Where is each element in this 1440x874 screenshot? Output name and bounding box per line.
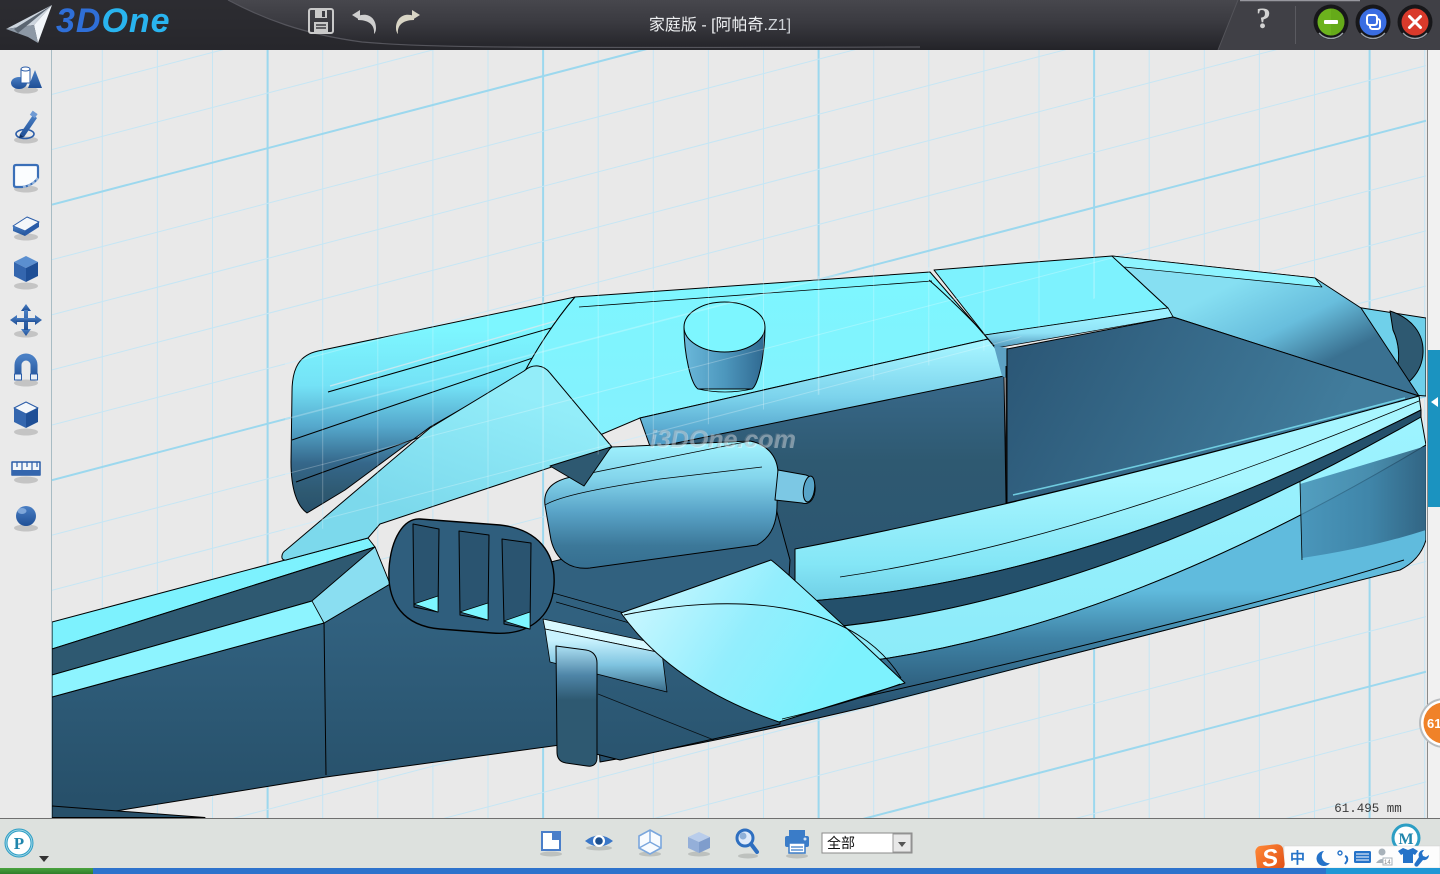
svg-text:61.495 mm: 61.495 mm [1334, 802, 1402, 816]
svg-text:S: S [1261, 844, 1280, 868]
svg-text:中: 中 [1290, 849, 1305, 867]
svg-text:M: M [1398, 831, 1413, 848]
svg-text:全部: 全部 [827, 835, 855, 851]
svg-text:14: 14 [1384, 860, 1391, 866]
svg-text:61: 61 [1427, 716, 1440, 731]
svg-text:P: P [14, 834, 24, 853]
svg-text:i3DOne.com: i3DOne.com [649, 425, 795, 453]
